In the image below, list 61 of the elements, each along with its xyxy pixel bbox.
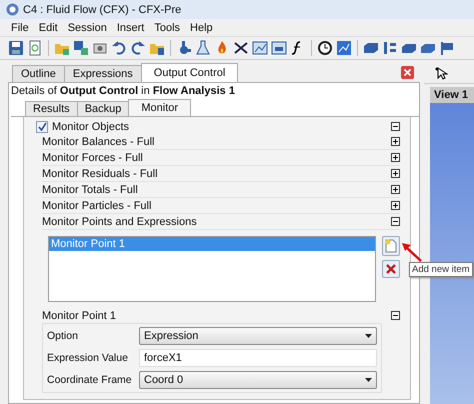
collapse-icon[interactable] <box>391 311 400 320</box>
section-label: Monitor Particles - Full <box>42 200 152 212</box>
expand-icon[interactable] <box>391 153 400 162</box>
menu-item[interactable]: Insert <box>112 22 150 34</box>
delete-button[interactable] <box>382 260 400 278</box>
sub-tab[interactable]: Backup <box>76 101 130 116</box>
checkbox[interactable] <box>36 120 48 132</box>
add-button[interactable] <box>382 236 400 256</box>
panel-tab[interactable]: Expressions <box>64 65 142 82</box>
delete-icon <box>385 263 397 275</box>
section-label: Monitor Residuals - Full <box>42 168 158 180</box>
details-heading: Details of Output Control in Flow Analysis 1 <box>11 84 236 99</box>
check-icon <box>38 122 46 131</box>
block-icon[interactable] <box>363 40 379 56</box>
section-label: Monitor Objects <box>52 120 130 132</box>
menu-item[interactable]: File <box>6 22 34 34</box>
chart-icon[interactable] <box>252 40 268 56</box>
dropdown[interactable]: Expression <box>139 327 377 345</box>
sub-tab[interactable]: Monitor <box>128 99 192 116</box>
section-label: Monitor Balances - Full <box>42 136 154 148</box>
document-icon <box>385 239 397 253</box>
collapse-icon[interactable] <box>391 122 400 131</box>
viewport-title: View 1 <box>430 87 474 103</box>
expand-icon[interactable] <box>391 201 400 210</box>
field-label: Option <box>47 330 79 342</box>
field-label: Coordinate Frame <box>47 374 133 386</box>
field-label: Expression Value <box>47 352 129 364</box>
flask-icon[interactable] <box>195 40 211 56</box>
caret-icon <box>365 378 372 382</box>
input-field[interactable]: forceX1 <box>139 349 377 367</box>
chart-icon[interactable] <box>336 40 352 56</box>
redo-icon[interactable] <box>130 40 146 56</box>
collapse-icon[interactable] <box>391 217 400 226</box>
undo-icon[interactable] <box>111 40 127 56</box>
menu-item[interactable]: Tools <box>149 22 186 34</box>
panel-tab[interactable]: Output Control <box>140 63 238 82</box>
pointer-icon[interactable] <box>434 66 448 80</box>
expand-icon[interactable] <box>391 137 400 146</box>
section-label: Monitor Points and Expressions <box>42 216 197 228</box>
window-title: C4 : Fluid Flow (CFX) - CFX-Pre <box>23 4 182 16</box>
close-icon[interactable] <box>401 66 414 79</box>
sub-tab[interactable]: Results <box>25 101 78 116</box>
menu-item[interactable]: Edit <box>34 22 63 34</box>
document-icon[interactable] <box>27 40 43 56</box>
panel-tab[interactable]: Outline <box>12 65 65 82</box>
tooltip: Add new item <box>409 262 473 277</box>
section-label: Monitor Forces - Full <box>42 152 143 164</box>
menu-item[interactable]: Session <box>62 22 112 34</box>
section-label: Monitor Totals - Full <box>42 184 138 196</box>
expand-icon[interactable] <box>391 185 400 194</box>
app-icon <box>6 3 19 16</box>
flag-icon[interactable] <box>439 40 455 56</box>
arrow-icon <box>401 242 423 262</box>
nodes-icon[interactable] <box>382 40 398 56</box>
dropdown[interactable]: Coord 0 <box>139 371 377 389</box>
section-label: Monitor Point 1 <box>42 310 116 322</box>
clock-icon[interactable] <box>317 40 333 56</box>
chart-icon[interactable] <box>271 40 287 56</box>
caret-icon <box>365 334 372 338</box>
menu-item[interactable]: Help <box>185 22 218 34</box>
expand-icon[interactable] <box>391 169 400 178</box>
